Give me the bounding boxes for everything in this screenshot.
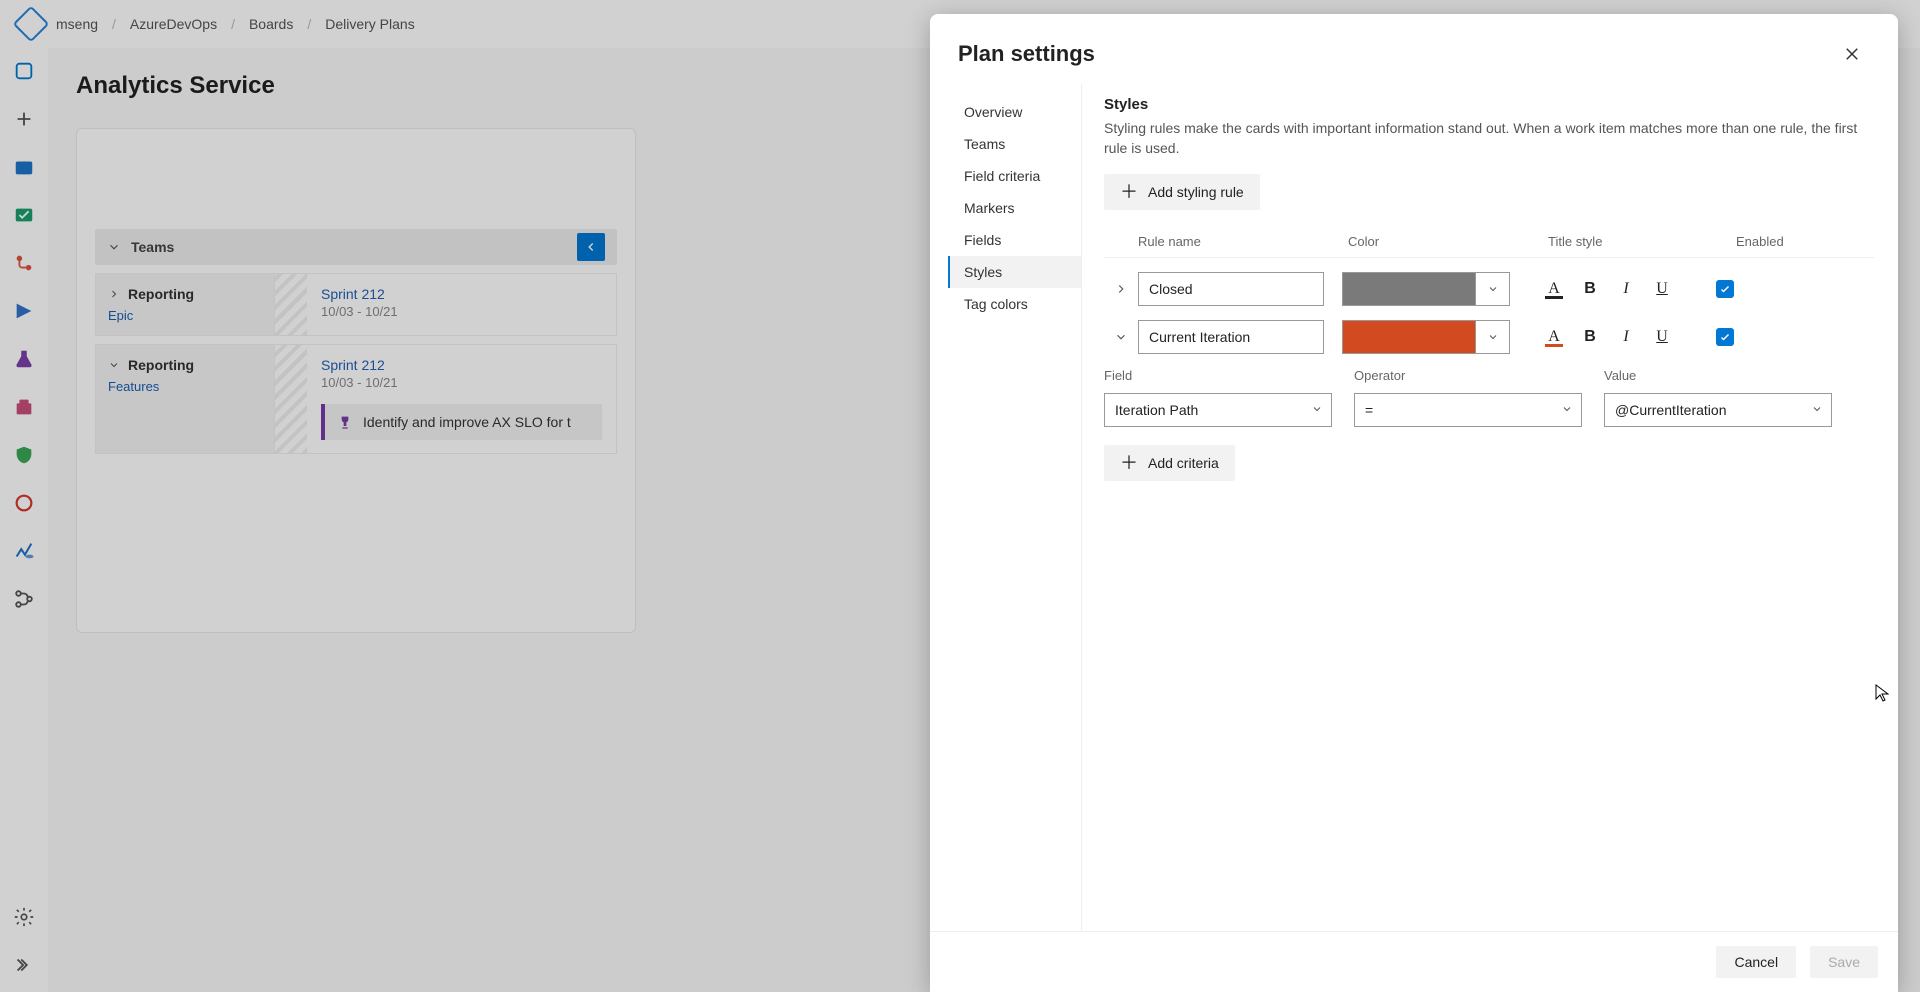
criteria-field-label: Field <box>1104 368 1332 383</box>
nav-teams[interactable]: Teams <box>948 128 1081 160</box>
styles-heading: Styles <box>1104 96 1874 113</box>
italic-button[interactable]: I <box>1614 325 1638 349</box>
underline-button[interactable]: U <box>1650 277 1674 301</box>
settings-nav: Overview Teams Field criteria Markers Fi… <box>948 84 1082 931</box>
criteria-labels: Field Operator Value <box>1104 368 1874 383</box>
rule-color-picker[interactable] <box>1342 272 1510 306</box>
nav-markers[interactable]: Markers <box>948 192 1081 224</box>
criteria-value-value: @CurrentIteration <box>1615 402 1726 418</box>
style-rule-row: A B I U <box>1104 258 1874 306</box>
add-rule-label: Add styling rule <box>1148 184 1244 200</box>
enabled-checkbox[interactable] <box>1716 328 1734 346</box>
bold-button[interactable]: B <box>1578 277 1602 301</box>
rule-criteria: Field Operator Value Iteration Path = <box>1104 368 1874 481</box>
plan-settings-panel: Plan settings Overview Teams Field crite… <box>930 14 1898 992</box>
chevron-down-icon <box>1561 402 1573 418</box>
font-color-button[interactable]: A <box>1542 325 1566 349</box>
title-style-group: A B I U <box>1542 277 1674 301</box>
chevron-down-icon[interactable] <box>1475 273 1509 305</box>
panel-title: Plan settings <box>958 41 1095 67</box>
enabled-checkbox[interactable] <box>1716 280 1734 298</box>
chevron-down-icon <box>1811 402 1823 418</box>
color-swatch <box>1343 321 1475 353</box>
criteria-value-select[interactable]: @CurrentIteration <box>1604 393 1832 427</box>
criteria-operator-select[interactable]: = <box>1354 393 1582 427</box>
expand-rule-button[interactable] <box>1104 282 1138 296</box>
nav-overview[interactable]: Overview <box>948 96 1081 128</box>
title-style-group: A B I U <box>1542 325 1674 349</box>
criteria-operator-value: = <box>1365 402 1373 418</box>
close-icon <box>1843 45 1861 63</box>
panel-header: Plan settings <box>930 14 1898 84</box>
nav-tag-colors[interactable]: Tag colors <box>948 288 1081 320</box>
rule-name-input[interactable] <box>1138 272 1324 306</box>
style-rule-row: A B I U <box>1104 306 1874 354</box>
add-criteria-button[interactable]: ＋ Add criteria <box>1104 445 1235 481</box>
styles-description: Styling rules make the cards with import… <box>1104 119 1864 158</box>
col-title-style: Title style <box>1548 234 1688 249</box>
criteria-field-select[interactable]: Iteration Path <box>1104 393 1332 427</box>
bold-button[interactable]: B <box>1578 325 1602 349</box>
settings-content: Styles Styling rules make the cards with… <box>1082 84 1898 931</box>
rule-name-input[interactable] <box>1138 320 1324 354</box>
col-rule-name: Rule name <box>1138 234 1330 249</box>
font-color-button[interactable]: A <box>1542 277 1566 301</box>
add-criteria-label: Add criteria <box>1148 455 1219 471</box>
collapse-rule-button[interactable] <box>1104 330 1138 344</box>
cancel-button[interactable]: Cancel <box>1716 946 1796 978</box>
chevron-down-icon[interactable] <box>1475 321 1509 353</box>
color-swatch <box>1343 273 1475 305</box>
underline-button[interactable]: U <box>1650 325 1674 349</box>
nav-fields[interactable]: Fields <box>948 224 1081 256</box>
rule-color-picker[interactable] <box>1342 320 1510 354</box>
plus-icon: ＋ <box>1120 183 1138 201</box>
criteria-value-label: Value <box>1604 368 1636 383</box>
italic-button[interactable]: I <box>1614 277 1638 301</box>
add-styling-rule-button[interactable]: ＋ Add styling rule <box>1104 174 1260 210</box>
criteria-operator-label: Operator <box>1354 368 1582 383</box>
col-color: Color <box>1348 234 1516 249</box>
save-button[interactable]: Save <box>1810 946 1878 978</box>
nav-styles[interactable]: Styles <box>948 256 1081 288</box>
close-button[interactable] <box>1834 36 1870 72</box>
panel-footer: Cancel Save <box>930 931 1898 992</box>
col-enabled: Enabled <box>1736 234 1874 249</box>
chevron-down-icon <box>1311 402 1323 418</box>
criteria-row: Iteration Path = @CurrentIteration <box>1104 393 1874 427</box>
criteria-field-value: Iteration Path <box>1115 402 1198 418</box>
nav-field-criteria[interactable]: Field criteria <box>948 160 1081 192</box>
plus-icon: ＋ <box>1120 454 1138 472</box>
rule-columns-header: Rule name Color Title style Enabled <box>1104 234 1874 249</box>
